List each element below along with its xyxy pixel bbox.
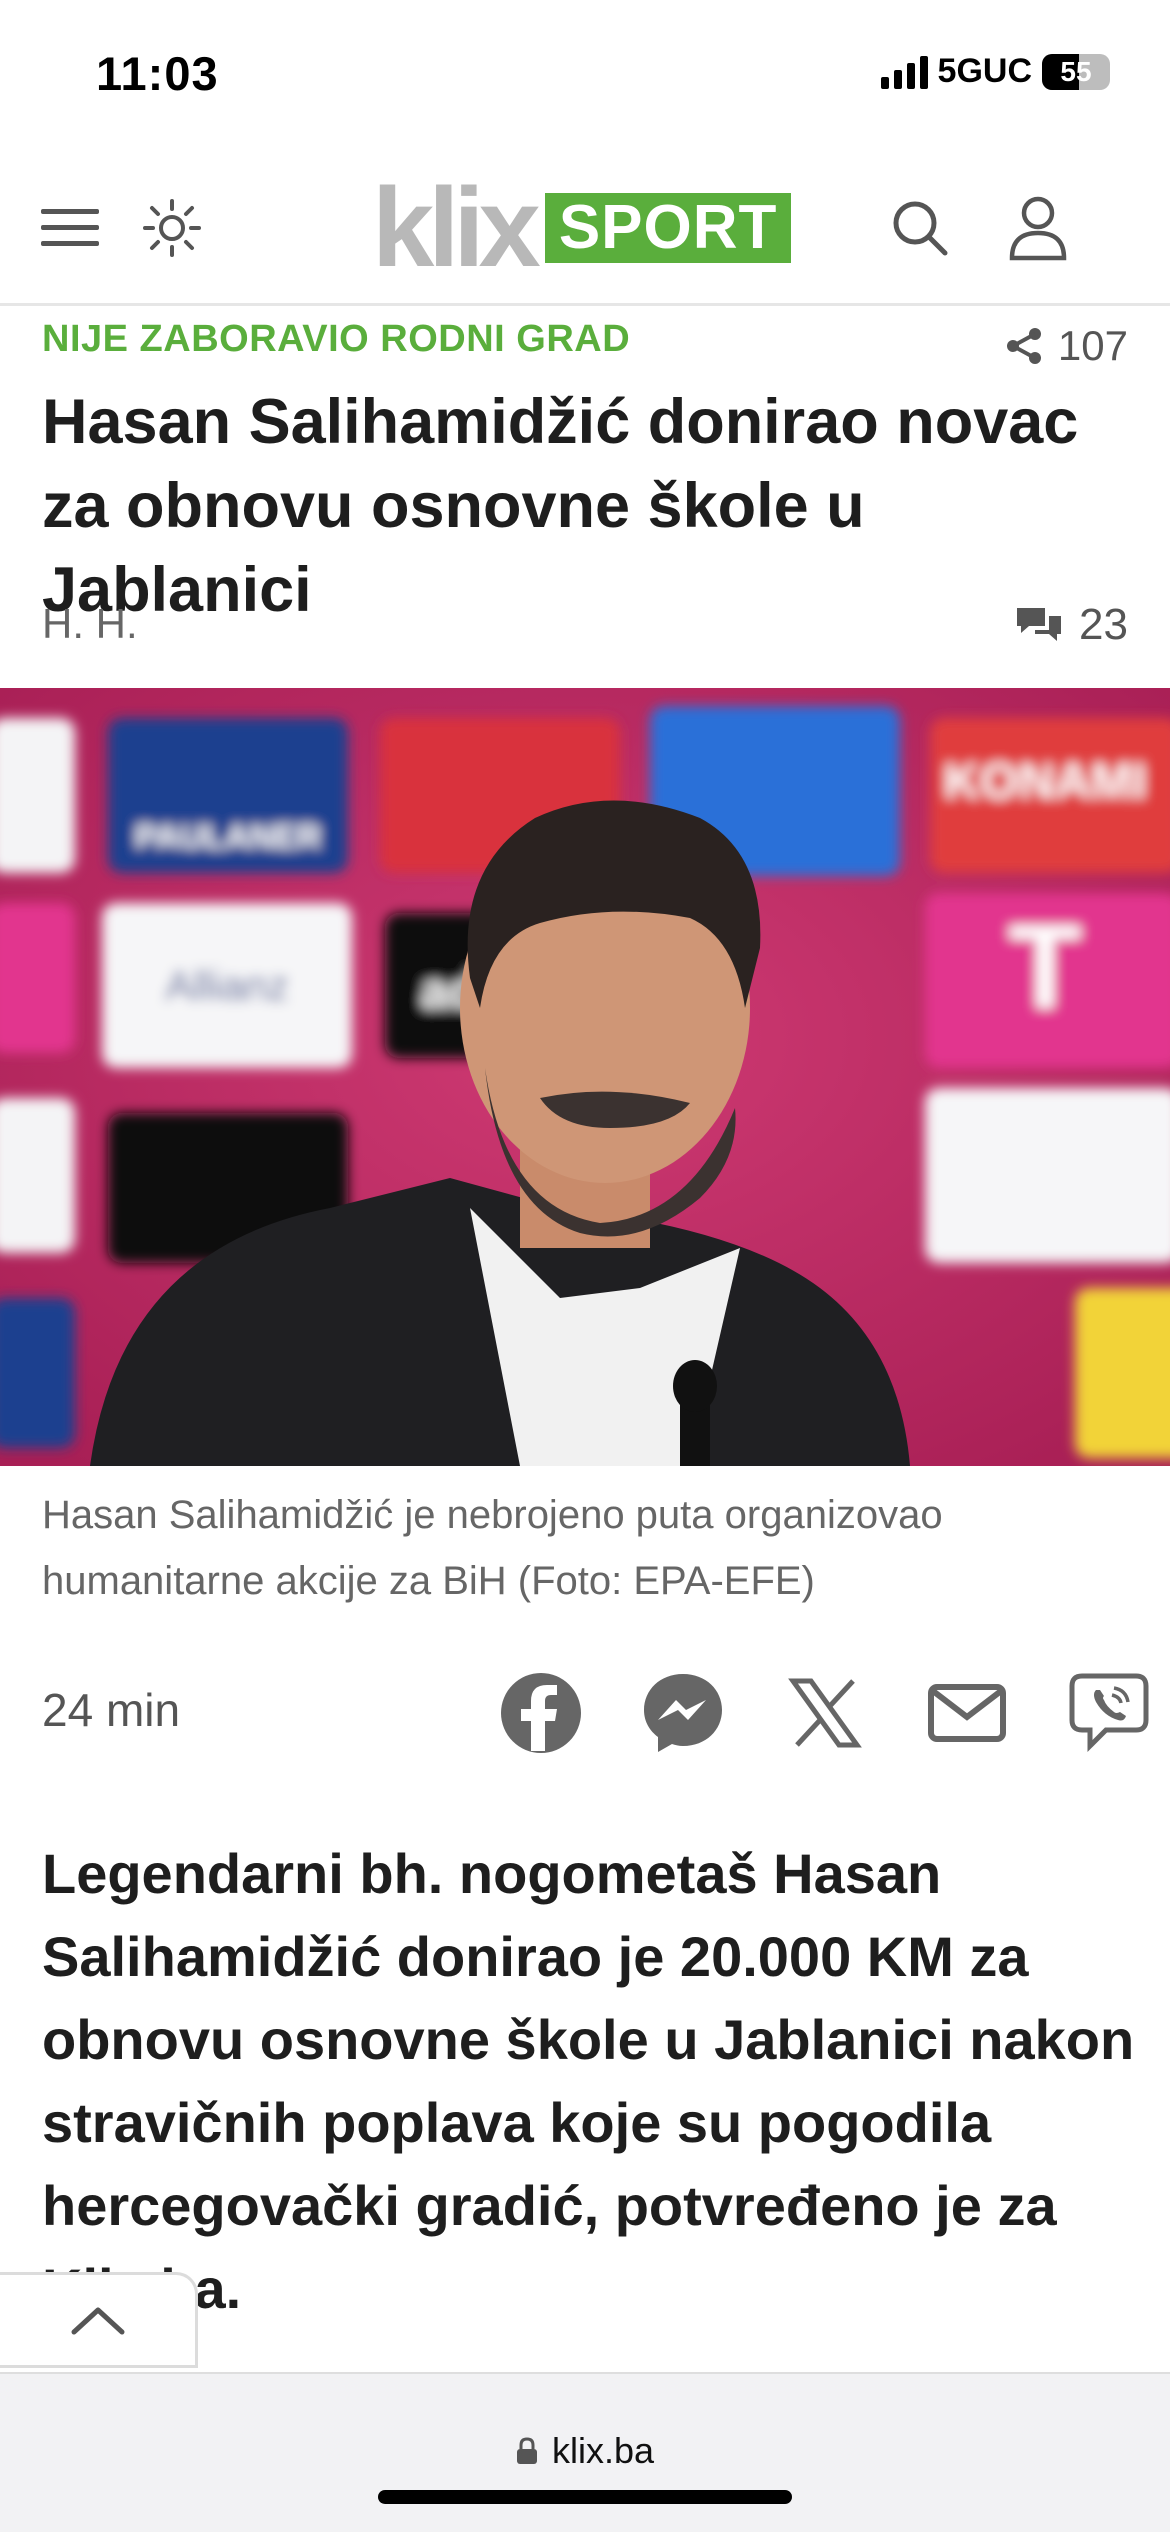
share-buttons [498, 1670, 1152, 1756]
logo-sport-badge: SPORT [544, 193, 792, 263]
sponsor-allianz: Allianz [165, 962, 289, 1009]
facebook-icon[interactable] [498, 1670, 584, 1756]
share-icon [1006, 328, 1041, 364]
status-indicators: 5GUC 55 [880, 52, 1110, 91]
comment-count-value: 23 [1079, 600, 1128, 649]
viber-icon[interactable] [1066, 1670, 1152, 1756]
article-title: Hasan Salihamidžić donirao novac za obno… [42, 387, 1079, 625]
url-text: klix.ba [551, 2430, 655, 2471]
battery-icon: 55 [1042, 53, 1110, 90]
photo-illustration: PAULANER KONAMI Allianz adidas T [0, 688, 1170, 1466]
article-photo[interactable]: PAULANER KONAMI Allianz adidas T [0, 688, 1170, 1466]
logo-klix-text: klix [372, 165, 541, 290]
comments-icon [1017, 608, 1062, 641]
photo-caption: Hasan Salihamidžić je nebrojeno puta org… [42, 1493, 943, 1603]
sponsor-konami: KONAMI [944, 753, 1147, 809]
site-header: klix SPORT [0, 150, 1170, 306]
email-icon[interactable] [924, 1670, 1010, 1756]
comment-count[interactable]: 23 [1015, 600, 1128, 650]
article-kicker: NIJE ZABORAVIO RODNI GRAD [42, 318, 631, 360]
share-count-value: 107 [1057, 322, 1128, 369]
search-icon[interactable] [880, 188, 960, 268]
sponsor-telekom: T [1008, 900, 1081, 1034]
address-bar[interactable]: klix.ba [0, 2430, 1170, 2472]
x-icon[interactable] [782, 1670, 868, 1756]
article-author[interactable]: H. H. [42, 600, 138, 648]
messenger-icon[interactable] [640, 1670, 726, 1756]
network-type: 5GUC [937, 52, 1032, 90]
battery-percent: 55 [1060, 55, 1092, 87]
browser-toolbar: klix.ba [0, 2372, 1170, 2532]
site-logo[interactable]: klix SPORT [372, 172, 792, 284]
lock-icon [516, 2437, 537, 2464]
user-icon[interactable] [998, 188, 1078, 268]
cellular-signal-icon [880, 55, 928, 89]
published-time: 24 min [42, 1684, 181, 1736]
article-lead: Legendarni bh. nogometaš Hasan Salihamid… [42, 1842, 1135, 2320]
hamburger-menu-icon[interactable] [30, 188, 110, 268]
sponsor-paulaner: PAULANER [135, 818, 321, 856]
sun-icon[interactable] [132, 188, 212, 268]
home-indicator[interactable] [378, 2490, 792, 2504]
chevron-up-icon [71, 2307, 124, 2335]
status-bar: 11:03 5GUC 55 [0, 0, 1170, 150]
share-count[interactable]: 107 [1004, 322, 1128, 370]
status-time: 11:03 [96, 47, 219, 100]
back-to-top-button[interactable] [0, 2272, 198, 2368]
